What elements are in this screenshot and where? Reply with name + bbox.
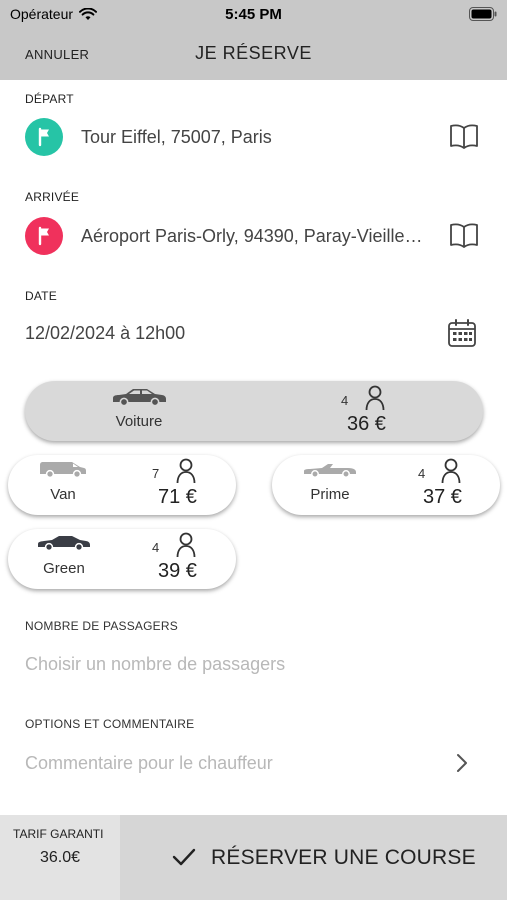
person-icon	[176, 458, 196, 484]
guaranteed-fare: TARIF GARANTI 36.0€	[0, 815, 120, 900]
status-time: 5:45 PM	[225, 6, 282, 23]
battery-icon	[469, 7, 497, 21]
person-icon	[441, 458, 461, 484]
vehicle-option-green[interactable]: Green 4 39 €	[8, 529, 236, 589]
vehicle-seats: 4	[152, 540, 160, 555]
arrival-address: Aéroport Paris-Orly, 94390, Paray-Vieill…	[81, 226, 426, 246]
vehicle-price: 36 €	[347, 413, 386, 435]
sedan-car-icon	[113, 389, 166, 407]
vehicle-price: 39 €	[158, 560, 197, 582]
reserve-label: RÉSERVER UNE COURSE	[211, 846, 476, 869]
departure-field[interactable]: Tour Eiffel, 75007, Paris	[25, 118, 485, 158]
van-icon	[40, 462, 86, 478]
page-title: JE RÉSERVE	[195, 43, 312, 63]
vehicle-seats: 7	[152, 466, 160, 481]
convertible-car-icon	[304, 464, 356, 478]
date-value[interactable]: 12/02/2024 à 12h00	[25, 323, 185, 344]
vehicle-name: Green	[43, 560, 85, 577]
vehicle-seats: 4	[341, 393, 349, 408]
address-book-icon[interactable]	[449, 122, 479, 150]
passengers-select[interactable]: Choisir un nombre de passagers	[25, 654, 285, 675]
status-bar: Opérateur 5:45 PM	[0, 0, 507, 30]
vehicle-option-prime[interactable]: Prime 4 37 €	[272, 455, 500, 515]
person-icon	[365, 385, 385, 411]
vehicle-name: Prime	[310, 486, 350, 503]
departure-label: DÉPART	[25, 92, 74, 106]
calendar-icon[interactable]	[446, 318, 478, 348]
checkmark-icon	[172, 848, 196, 866]
fare-label: TARIF GARANTI	[13, 827, 104, 841]
navigation-bar: ANNULER JE RÉSERVE	[0, 30, 507, 80]
reserve-button[interactable]: RÉSERVER UNE COURSE	[120, 815, 507, 900]
vehicle-name: Van	[50, 486, 76, 503]
green-car-icon	[38, 536, 90, 552]
vehicle-option-voiture[interactable]: Voiture 4 36 €	[25, 381, 483, 441]
departure-address: Tour Eiffel, 75007, Paris	[81, 127, 272, 147]
departure-flag-icon	[25, 118, 63, 156]
bottom-bar: TARIF GARANTI 36.0€ RÉSERVER UNE COURSE	[0, 815, 507, 900]
vehicle-option-van[interactable]: Van 7 71 €	[8, 455, 236, 515]
date-label: DATE	[25, 289, 57, 303]
address-book-icon[interactable]	[449, 221, 479, 249]
options-label: OPTIONS ET COMMENTAIRE	[25, 717, 195, 731]
fare-value: 36.0€	[39, 849, 81, 866]
chevron-right-icon[interactable]	[455, 752, 469, 774]
vehicle-seats: 4	[418, 466, 426, 481]
arrival-field[interactable]: Aéroport Paris-Orly, 94390, Paray-Vieill…	[25, 217, 485, 257]
vehicle-price: 71 €	[158, 486, 197, 508]
vehicle-name: Voiture	[115, 413, 163, 430]
arrival-label: ARRIVÉE	[25, 190, 80, 204]
arrival-flag-icon	[25, 217, 63, 255]
passengers-label: NOMBRE DE PASSAGERS	[25, 619, 178, 633]
person-icon	[176, 532, 196, 558]
comment-field[interactable]: Commentaire pour le chauffeur	[25, 753, 273, 774]
vehicle-price: 37 €	[423, 486, 462, 508]
